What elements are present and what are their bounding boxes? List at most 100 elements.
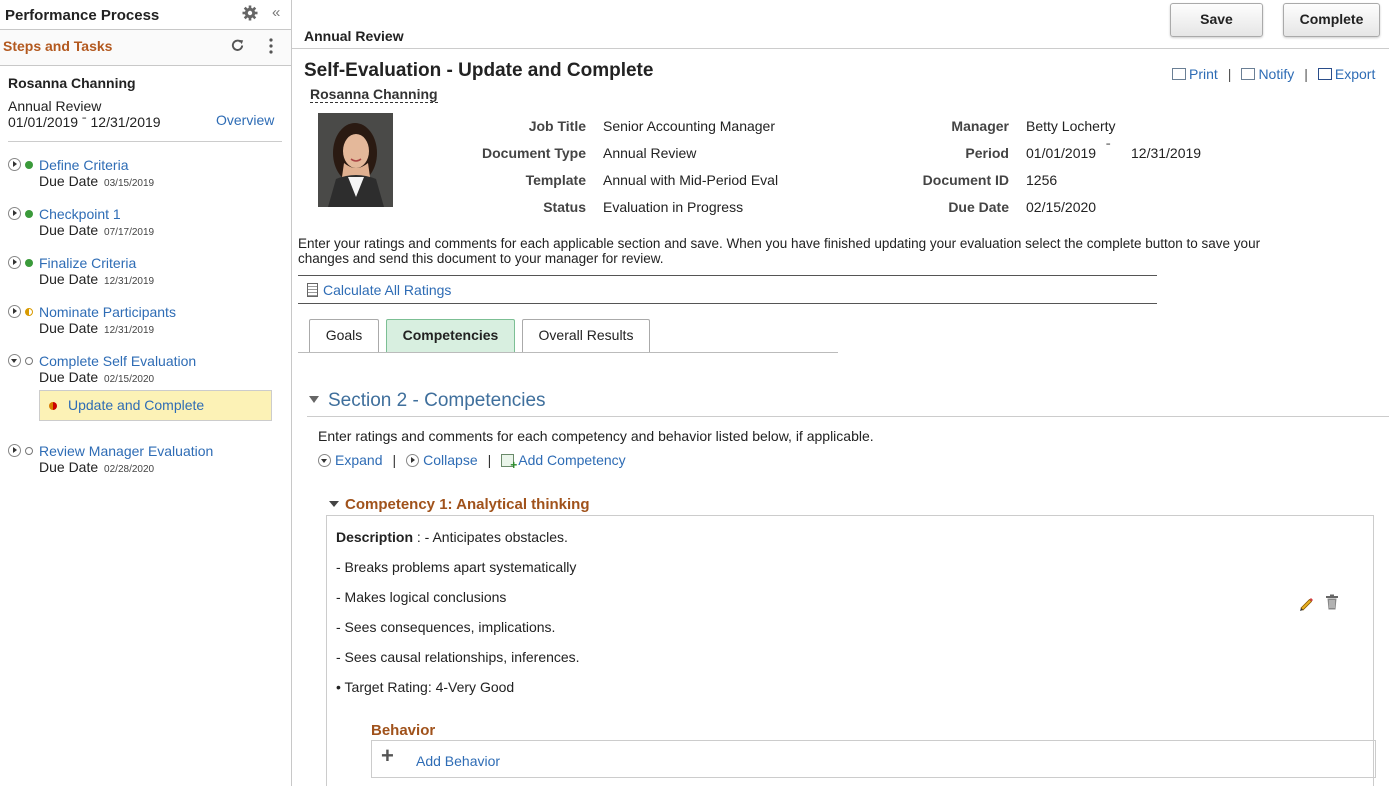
edit-pencil-icon[interactable]: [1298, 595, 1314, 611]
add-competency-link[interactable]: Add Competency: [501, 452, 626, 472]
description-line: - Sees consequences, implications.: [336, 619, 556, 635]
employee-link[interactable]: Rosanna Channing: [310, 86, 438, 103]
due-date: 03/15/2019: [104, 178, 155, 189]
in-progress-status-icon: [49, 402, 57, 410]
export-link[interactable]: Export: [1317, 66, 1376, 82]
more-options-icon[interactable]: [269, 38, 273, 54]
document-actions: Print | Notify | Export: [1172, 66, 1375, 82]
description-line: - Sees causal relationships, inferences.: [336, 649, 580, 665]
separator: |: [392, 452, 397, 468]
left-panel-title: Performance Process: [5, 7, 160, 24]
expand-icon[interactable]: [8, 256, 21, 269]
left-panel: Performance Process « Steps and Tasks Ro…: [0, 0, 292, 786]
steps-title: Steps and Tasks: [3, 38, 113, 54]
page-title: Self-Evaluation - Update and Complete: [304, 60, 654, 81]
add-behavior-link[interactable]: Add Behavior: [416, 753, 500, 769]
document-name: Annual Review: [8, 98, 102, 114]
behavior-title: Behavior: [371, 722, 436, 739]
expand-icon[interactable]: [8, 158, 21, 171]
step-label[interactable]: Define Criteria: [39, 157, 128, 173]
step-label[interactable]: Complete Self Evaluation: [39, 353, 196, 369]
manager-label: Manager: [951, 118, 1009, 134]
section-collapse-icon[interactable]: [309, 396, 319, 403]
tab-overall-results[interactable]: Overall Results: [522, 319, 650, 353]
expand-icon[interactable]: [8, 444, 21, 457]
refresh-icon[interactable]: [230, 38, 245, 53]
behavior-box: + Add Behavior: [371, 740, 1376, 778]
competency-box: Description : - Anticipates obstacles. -…: [326, 515, 1376, 786]
description-line: - Breaks problems apart systematically: [336, 559, 577, 575]
step-label[interactable]: Finalize Criteria: [39, 255, 136, 271]
expand-icon[interactable]: [8, 207, 21, 220]
not-started-status-icon: [25, 357, 33, 365]
description-label: Description: [336, 529, 414, 545]
in-progress-status-icon: [25, 308, 33, 316]
add-plus-icon[interactable]: +: [381, 743, 394, 769]
not-started-status-icon: [25, 447, 33, 455]
competency-tools: Expand | Collapse | Add Competency: [318, 452, 626, 472]
description-text: : - Anticipates obstacles.: [413, 529, 568, 545]
complete-button[interactable]: Complete: [1283, 3, 1380, 37]
description-first-line: Description : - Anticipates obstacles.: [336, 529, 568, 545]
step-nominate-participants[interactable]: Nominate Participants Due Date 12/31/201…: [8, 304, 278, 344]
due-label: Due Date: [39, 271, 99, 287]
due-date: 02/15/2020: [104, 374, 155, 385]
section-title[interactable]: Section 2 - Competencies: [328, 390, 546, 412]
collapse-icon[interactable]: [8, 354, 21, 367]
overview-link[interactable]: Overview: [216, 112, 274, 128]
step-define-criteria[interactable]: Define Criteria Due Date 03/15/2019: [8, 157, 278, 197]
job-title-label: Job Title: [528, 118, 586, 134]
notify-link[interactable]: Notify: [1241, 66, 1294, 82]
due-date-label: Due Date: [948, 199, 1009, 215]
complete-status-icon: [25, 161, 33, 169]
calculate-bar: Calculate All Ratings: [298, 275, 1157, 304]
step-due: Due Date 07/17/2019: [39, 222, 154, 238]
collapse-icon: [406, 454, 420, 467]
document-id-value: 1256: [1026, 172, 1058, 188]
main-content: Annual Review Save Complete Self-Evaluat…: [292, 0, 1389, 786]
complete-status-icon: [25, 259, 33, 267]
export-label: Export: [1334, 66, 1376, 82]
expand-label: Expand: [335, 452, 383, 468]
gear-icon[interactable]: [242, 5, 258, 21]
due-date: 07/17/2019: [104, 227, 155, 238]
step-complete-self-evaluation[interactable]: Complete Self Evaluation Due Date 02/15/…: [8, 353, 278, 393]
expand-link[interactable]: Expand: [318, 452, 382, 468]
step-review-manager-evaluation[interactable]: Review Manager Evaluation Due Date 02/28…: [8, 443, 278, 483]
step-due: Due Date 03/15/2019: [39, 173, 154, 189]
calculate-all-ratings-link[interactable]: Calculate All Ratings: [323, 282, 451, 298]
due-date: 12/31/2019: [104, 276, 155, 287]
due-date-value: 02/15/2020: [1026, 199, 1097, 215]
substep-update-and-complete[interactable]: Update and Complete: [39, 390, 272, 421]
due-date: 02/28/2020: [104, 464, 155, 475]
step-label[interactable]: Review Manager Evaluation: [39, 443, 213, 459]
substep-label[interactable]: Update and Complete: [68, 397, 204, 413]
complete-status-icon: [25, 210, 33, 218]
status-label: Status: [543, 199, 586, 215]
collapse-panel-icon[interactable]: «: [272, 4, 280, 21]
employee-photo: [318, 113, 393, 207]
step-due: Due Date 02/15/2020: [39, 369, 154, 385]
expand-icon[interactable]: [8, 305, 21, 318]
document-dates: 01/01/2019 ˉ 12/31/2019: [8, 114, 161, 130]
document-type-value: Annual Review: [603, 145, 697, 161]
period-separator: ˉ: [1106, 140, 1111, 156]
competency-title[interactable]: Competency 1: Analytical thinking: [345, 496, 590, 513]
due-label: Due Date: [39, 459, 99, 475]
tab-competencies[interactable]: Competencies: [386, 319, 515, 353]
collapse-link[interactable]: Collapse: [406, 452, 478, 468]
print-link[interactable]: Print: [1172, 66, 1218, 82]
step-checkpoint-1[interactable]: Checkpoint 1 Due Date 07/17/2019: [8, 206, 278, 246]
status-value: Evaluation in Progress: [603, 199, 744, 215]
step-finalize-criteria[interactable]: Finalize Criteria Due Date 12/31/2019: [8, 255, 278, 295]
due-date: 12/31/2019: [104, 325, 155, 336]
step-label[interactable]: Nominate Participants: [39, 304, 176, 320]
save-button[interactable]: Save: [1170, 3, 1263, 37]
step-label[interactable]: Checkpoint 1: [39, 206, 121, 222]
tab-goals[interactable]: Goals: [309, 319, 379, 353]
competency-collapse-icon[interactable]: [329, 501, 339, 507]
steps-header: Steps and Tasks: [0, 30, 291, 66]
separator: |: [1227, 66, 1232, 82]
calculator-icon: [307, 283, 318, 297]
delete-trash-icon[interactable]: [1325, 594, 1339, 610]
